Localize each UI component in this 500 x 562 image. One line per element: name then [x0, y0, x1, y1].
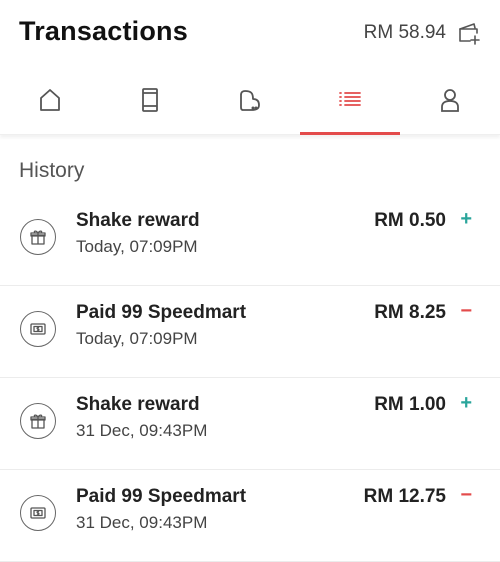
payment-icon	[20, 495, 56, 531]
wallet-add-icon	[459, 23, 480, 45]
transaction-name: Paid 99 Speedmart	[76, 302, 247, 323]
mobile-icon	[142, 88, 158, 112]
transaction-amount: RM 0.50	[374, 210, 446, 231]
home-icon	[40, 89, 60, 111]
person-icon	[441, 89, 459, 112]
transaction-list: Shake reward Today, 07:09PM RM 0.50 + Pa…	[0, 194, 500, 562]
transaction-name: Shake reward	[76, 210, 200, 231]
tab-profile[interactable]	[400, 66, 500, 134]
tab-deals[interactable]	[200, 66, 300, 134]
app-header: Transactions RM 58.94	[0, 0, 500, 66]
transaction-name: Paid 99 Speedmart	[76, 486, 247, 507]
transaction-row[interactable]: Paid 99 Speedmart 31 Dec, 09:43PM RM 12.…	[0, 470, 500, 562]
tab-bar	[0, 66, 500, 135]
payment-icon	[20, 311, 56, 347]
history-heading: History	[19, 159, 85, 182]
transaction-row[interactable]: Paid 99 Speedmart Today, 07:09PM RM 8.25…	[0, 286, 500, 378]
tab-home[interactable]	[0, 66, 100, 134]
transaction-amount: RM 12.75	[363, 486, 446, 507]
bag-icon	[240, 90, 260, 111]
page-title: Transactions	[19, 16, 188, 46]
debit-sign: −	[460, 300, 472, 322]
credit-sign: +	[460, 208, 472, 230]
transaction-row[interactable]: Shake reward 31 Dec, 09:43PM RM 1.00 +	[0, 378, 500, 470]
transaction-amount: RM 8.25	[374, 302, 446, 323]
list-icon	[339, 92, 361, 106]
transaction-time: Today, 07:09PM	[76, 237, 198, 256]
tab-mobile[interactable]	[100, 66, 200, 134]
tab-transactions[interactable]	[300, 66, 400, 135]
gift-icon	[20, 403, 56, 439]
transaction-time: 31 Dec, 09:43PM	[76, 513, 208, 532]
transaction-time: 31 Dec, 09:43PM	[76, 421, 208, 440]
credit-sign: +	[460, 392, 472, 414]
wallet-add-button[interactable]	[456, 20, 482, 46]
transaction-name: Shake reward	[76, 394, 200, 415]
debit-sign: −	[460, 484, 472, 506]
transaction-row[interactable]: Shake reward Today, 07:09PM RM 0.50 +	[0, 194, 500, 286]
gift-icon	[20, 219, 56, 255]
transaction-time: Today, 07:09PM	[76, 329, 198, 348]
balance-amount: RM 58.94	[363, 22, 446, 43]
transaction-amount: RM 1.00	[374, 394, 446, 415]
